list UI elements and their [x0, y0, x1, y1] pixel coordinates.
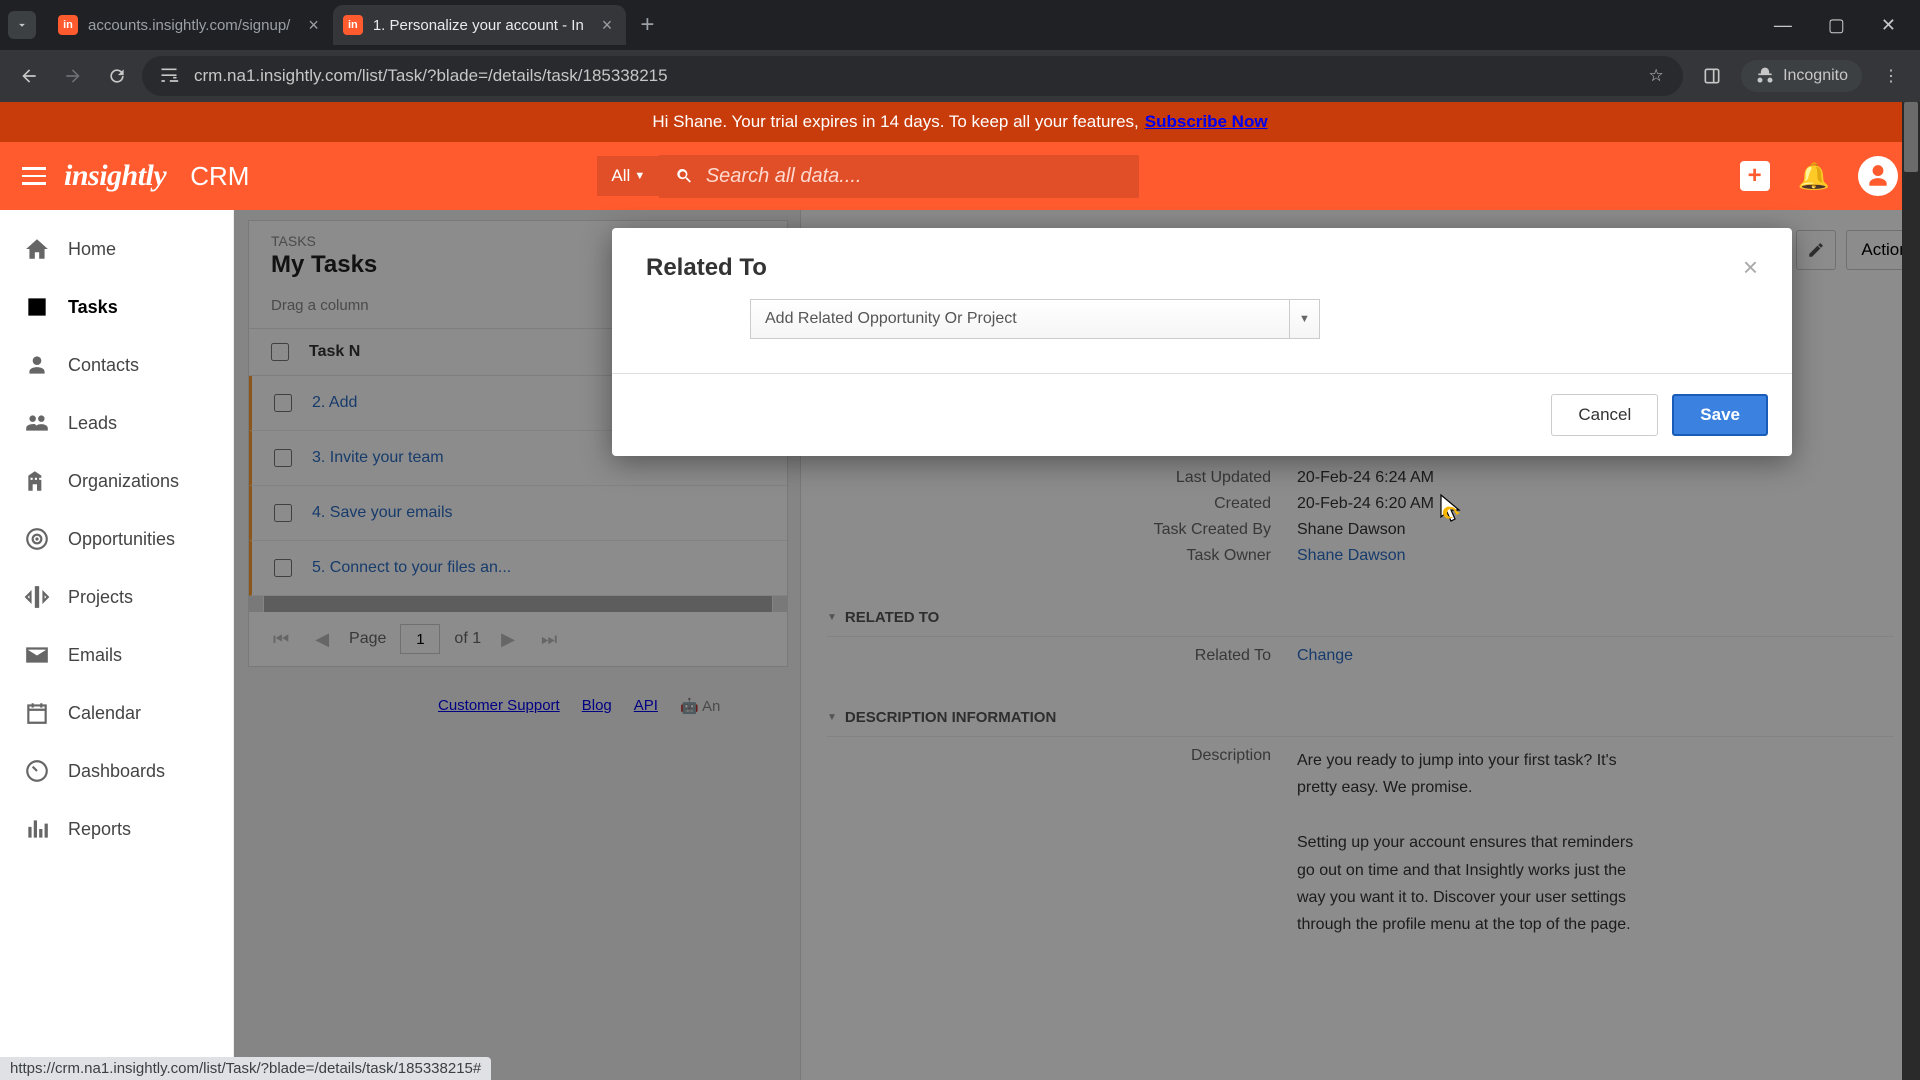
url-bar[interactable]: crm.na1.insightly.com/list/Task/?blade=/…	[142, 56, 1683, 96]
tab-title: 1. Personalize your account - In	[373, 17, 584, 34]
dashboards-icon	[22, 758, 52, 784]
sidebar-item-organizations[interactable]: Organizations	[0, 452, 233, 510]
sidebar-item-reports[interactable]: Reports	[0, 800, 233, 858]
tab-title: accounts.insightly.com/signup/	[88, 17, 290, 34]
menu-toggle-button[interactable]	[22, 167, 46, 185]
modal-title: Related To	[646, 254, 767, 282]
profile-menu-button[interactable]	[1858, 156, 1898, 196]
browser-status-bar: https://crm.na1.insightly.com/list/Task/…	[0, 1057, 491, 1080]
global-search[interactable]	[659, 155, 1139, 198]
browser-tab-0[interactable]: in accounts.insightly.com/signup/ ×	[48, 5, 333, 45]
sidebar-item-home[interactable]: Home	[0, 220, 233, 278]
main-content: TASKS My Tasks Drag a column Task N 2. A…	[234, 210, 1920, 1080]
sidebar-item-emails[interactable]: Emails	[0, 626, 233, 684]
leads-icon	[22, 410, 52, 436]
site-settings-icon[interactable]	[158, 65, 180, 87]
sidebar-item-label: Organizations	[68, 471, 179, 492]
related-to-dropdown[interactable]: Add Related Opportunity Or Project ▼	[750, 299, 1320, 339]
browser-tab-bar: in accounts.insightly.com/signup/ × in 1…	[0, 0, 1920, 50]
sidebar-item-label: Emails	[68, 645, 122, 666]
browser-address-bar: crm.na1.insightly.com/list/Task/?blade=/…	[0, 50, 1920, 102]
forward-button[interactable]	[54, 57, 92, 95]
incognito-indicator[interactable]: Incognito	[1741, 60, 1862, 92]
tasks-icon	[22, 294, 52, 320]
modal-close-button[interactable]: ×	[1743, 252, 1758, 283]
reload-button[interactable]	[98, 57, 136, 95]
sidebar-item-opportunities[interactable]: Opportunities	[0, 510, 233, 568]
sidebar-item-label: Contacts	[68, 355, 139, 376]
chevron-down-icon: ▼	[1289, 300, 1319, 338]
sidebar-item-tasks[interactable]: Tasks	[0, 278, 233, 336]
viewport-scrollbar[interactable]	[1902, 102, 1920, 1080]
search-scope-dropdown[interactable]: All▼	[597, 156, 659, 196]
new-tab-button[interactable]: +	[626, 11, 668, 39]
subscribe-now-link[interactable]: Subscribe Now	[1145, 112, 1268, 132]
banner-text: Hi Shane. Your trial expires in 14 days.…	[652, 112, 1138, 132]
search-input[interactable]	[706, 165, 1123, 188]
tab-search-button[interactable]	[8, 11, 36, 39]
sidebar-item-label: Projects	[68, 587, 133, 608]
close-window-icon[interactable]: ✕	[1881, 15, 1896, 36]
window-controls: — ▢ ✕	[1774, 15, 1912, 36]
minimize-icon[interactable]: —	[1774, 15, 1792, 36]
sidebar-item-label: Tasks	[68, 297, 118, 318]
reading-list-icon[interactable]	[1693, 57, 1731, 95]
back-button[interactable]	[10, 57, 48, 95]
sidebar-item-projects[interactable]: Projects	[0, 568, 233, 626]
url-text: crm.na1.insightly.com/list/Task/?blade=/…	[194, 66, 668, 86]
sidebar-item-label: Opportunities	[68, 529, 175, 550]
sidebar-item-leads[interactable]: Leads	[0, 394, 233, 452]
maximize-icon[interactable]: ▢	[1828, 15, 1845, 36]
calendar-icon	[22, 700, 52, 726]
sidebar-item-label: Leads	[68, 413, 117, 434]
incognito-label: Incognito	[1783, 67, 1848, 85]
sidebar-item-dashboards[interactable]: Dashboards	[0, 742, 233, 800]
module-label: CRM	[190, 161, 249, 192]
save-button[interactable]: Save	[1672, 394, 1768, 436]
favicon-icon: in	[343, 15, 363, 35]
search-icon	[675, 166, 694, 186]
sidebar-item-label: Dashboards	[68, 761, 165, 782]
related-to-modal: Related To × Add Related Opportunity Or …	[612, 228, 1792, 456]
trial-banner: Hi Shane. Your trial expires in 14 days.…	[0, 102, 1920, 142]
home-icon	[22, 236, 52, 262]
close-tab-icon[interactable]: ×	[308, 15, 319, 36]
close-tab-icon[interactable]: ×	[602, 15, 613, 36]
emails-icon	[22, 642, 52, 668]
sidebar-item-label: Reports	[68, 819, 131, 840]
app-header: insightly CRM All▼ + 🔔	[0, 142, 1920, 210]
reports-icon	[22, 816, 52, 842]
sidebar-item-label: Home	[68, 239, 116, 260]
quick-add-button[interactable]: +	[1740, 161, 1770, 191]
organizations-icon	[22, 468, 52, 494]
bookmark-icon[interactable]: ☆	[1645, 65, 1667, 87]
favicon-icon: in	[58, 15, 78, 35]
sidebar-item-contacts[interactable]: Contacts	[0, 336, 233, 394]
browser-tab-1[interactable]: in 1. Personalize your account - In ×	[333, 5, 626, 45]
cancel-button[interactable]: Cancel	[1551, 394, 1658, 436]
contacts-icon	[22, 352, 52, 378]
sidebar-item-label: Calendar	[68, 703, 141, 724]
nav-sidebar: Home Tasks Contacts Leads Organizations …	[0, 210, 234, 1080]
page-viewport: Hi Shane. Your trial expires in 14 days.…	[0, 102, 1920, 1080]
sidebar-item-calendar[interactable]: Calendar	[0, 684, 233, 742]
dropdown-placeholder: Add Related Opportunity Or Project	[765, 310, 1017, 328]
opportunities-icon	[22, 526, 52, 552]
brand-logo[interactable]: insightly	[64, 159, 166, 193]
projects-icon	[22, 584, 52, 610]
browser-menu-icon[interactable]: ⋮	[1872, 57, 1910, 95]
notifications-icon[interactable]: 🔔	[1798, 161, 1830, 192]
